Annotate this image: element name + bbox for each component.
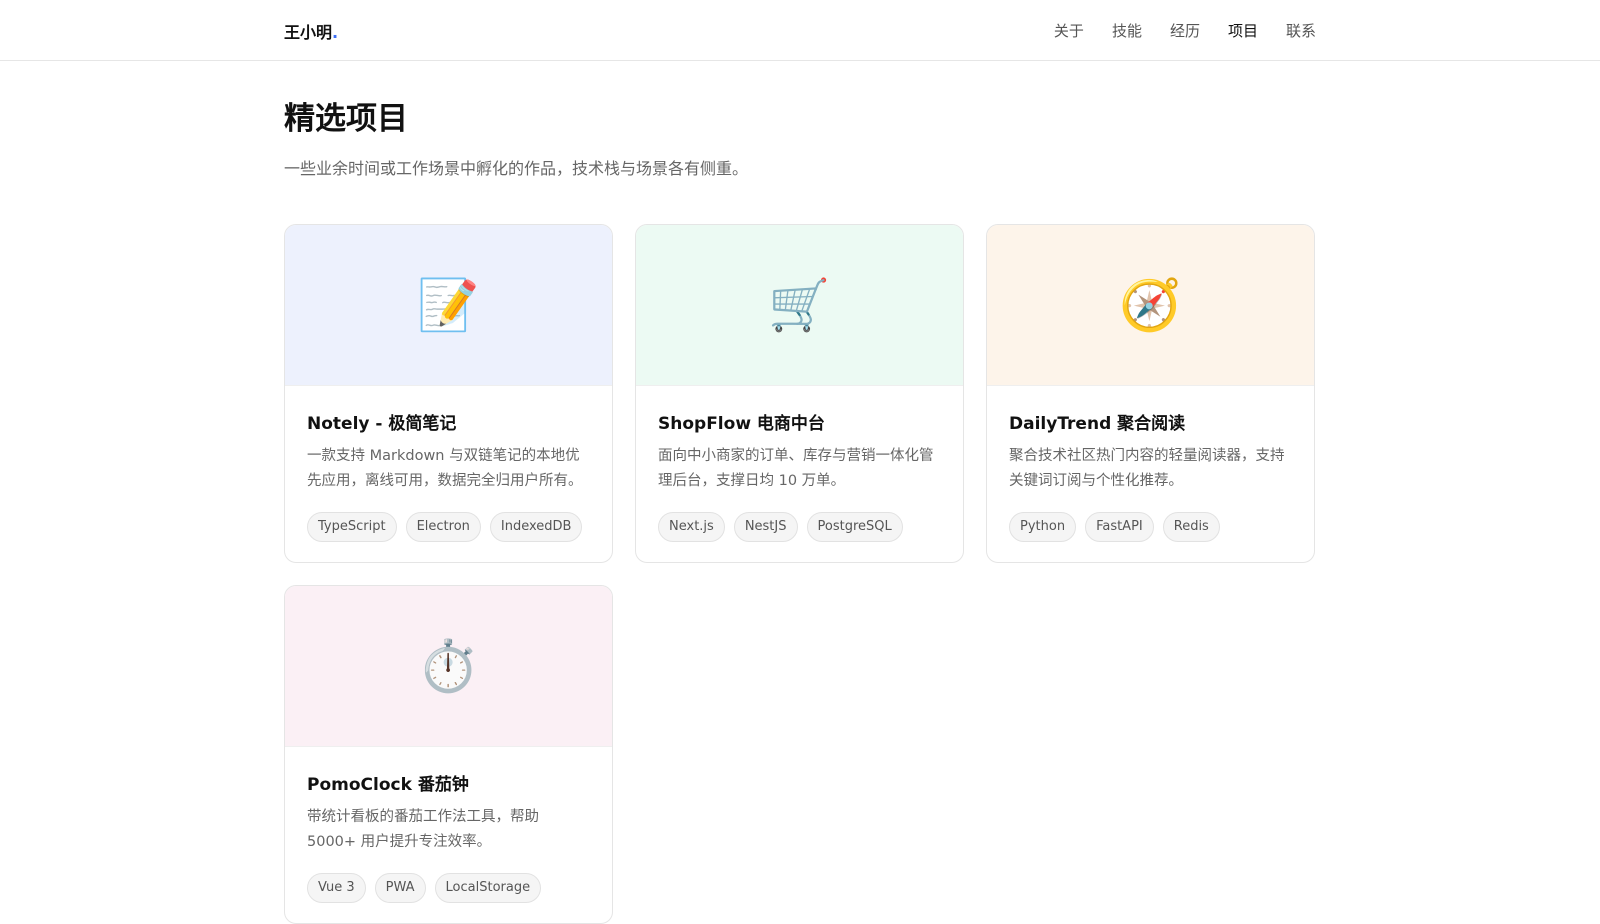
project-card-hero: ⏱️	[285, 586, 612, 747]
tech-tags: TypeScript Electron IndexedDB	[307, 512, 590, 542]
tech-tags: Vue 3 PWA LocalStorage	[307, 873, 590, 903]
memo-icon: 📝	[417, 276, 480, 334]
project-description: 聚合技术社区热门内容的轻量阅读器，支持关键词订阅与个性化推荐。	[1009, 448, 1285, 489]
nav-item-1[interactable]: 技能	[1112, 20, 1142, 41]
project-grid: 📝 Notely - 极简笔记一款支持 Markdown 与双链笔记的本地优先应用…	[284, 224, 1316, 924]
brand-name: 王小明	[284, 23, 333, 42]
project-title: DailyTrend 聚合阅读	[1009, 414, 1186, 434]
tech-tag: TypeScript	[307, 512, 397, 542]
tech-tag: PWA	[374, 873, 426, 903]
tech-tags: Next.js NestJS PostgreSQL	[658, 512, 941, 542]
page-title: 精选项目	[284, 101, 408, 137]
compass-icon: 🧭	[1119, 276, 1182, 334]
top-navbar: 王小明. 关于 技能 经历 项目 联系	[0, 0, 1600, 61]
tech-tag: Vue 3	[307, 873, 366, 903]
project-description: 面向中小商家的订单、库存与营销一体化管理后台，支撑日均 10 万单。	[658, 448, 934, 489]
project-card-body: PomoClock 番茄钟带统计看板的番茄工作法工具，帮助 5000+ 用户提升…	[285, 747, 612, 903]
tech-tag: Python	[1009, 512, 1077, 542]
nav-item-4[interactable]: 联系	[1286, 20, 1316, 41]
brand-dot: .	[332, 23, 339, 42]
project-card-body: DailyTrend 聚合阅读聚合技术社区热门内容的轻量阅读器，支持关键词订阅与…	[987, 386, 1314, 542]
tech-tags: Python FastAPI Redis	[1009, 512, 1292, 542]
tech-tag: Electron	[405, 512, 481, 542]
main-nav: 关于 技能 经历 项目 联系	[1054, 20, 1316, 41]
project-card-body: Notely - 极简笔记一款支持 Markdown 与双链笔记的本地优先应用，…	[285, 386, 612, 542]
page-subtitle: 一些业余时间或工作场景中孵化的作品，技术栈与场景各有侧重。	[284, 159, 749, 178]
nav-item-2[interactable]: 经历	[1170, 20, 1200, 41]
tech-tag: NestJS	[733, 512, 798, 542]
tech-tag: PostgreSQL	[806, 512, 903, 542]
project-title: PomoClock 番茄钟	[307, 775, 469, 795]
nav-item-0[interactable]: 关于	[1054, 20, 1084, 41]
project-card[interactable]: 📝 Notely - 极简笔记一款支持 Markdown 与双链笔记的本地优先应用…	[284, 224, 613, 563]
project-card-hero: 🛒	[636, 225, 963, 386]
project-card-hero: 🧭	[987, 225, 1314, 386]
brand-logo[interactable]: 王小明.	[284, 19, 338, 43]
stopwatch-icon: ⏱️	[417, 637, 480, 695]
shopping-cart-icon: 🛒	[768, 276, 831, 334]
project-title: ShopFlow 电商中台	[658, 414, 825, 434]
project-description: 一款支持 Markdown 与双链笔记的本地优先应用，离线可用，数据完全归用户所…	[307, 448, 583, 489]
tech-tag: LocalStorage	[434, 873, 542, 903]
tech-tag: Next.js	[658, 512, 725, 542]
project-title: Notely - 极简笔记	[307, 414, 457, 434]
project-description: 带统计看板的番茄工作法工具，帮助 5000+ 用户提升专注效率。	[307, 809, 539, 850]
project-card[interactable]: 🧭 DailyTrend 聚合阅读聚合技术社区热门内容的轻量阅读器，支持关键词订阅…	[986, 224, 1315, 563]
project-card-hero: 📝	[285, 225, 612, 386]
nav-item-3[interactable]: 项目	[1228, 20, 1258, 41]
project-card[interactable]: 🛒 ShopFlow 电商中台面向中小商家的订单、库存与营销一体化管理后台，支撑日…	[635, 224, 964, 563]
tech-tag: FastAPI	[1085, 512, 1154, 542]
tech-tag: Redis	[1162, 512, 1220, 542]
project-card[interactable]: ⏱️ PomoClock 番茄钟带统计看板的番茄工作法工具，帮助 5000+ 用户…	[284, 585, 613, 924]
tech-tag: IndexedDB	[489, 512, 583, 542]
project-card-body: ShopFlow 电商中台面向中小商家的订单、库存与营销一体化管理后台，支撑日均…	[636, 386, 963, 542]
